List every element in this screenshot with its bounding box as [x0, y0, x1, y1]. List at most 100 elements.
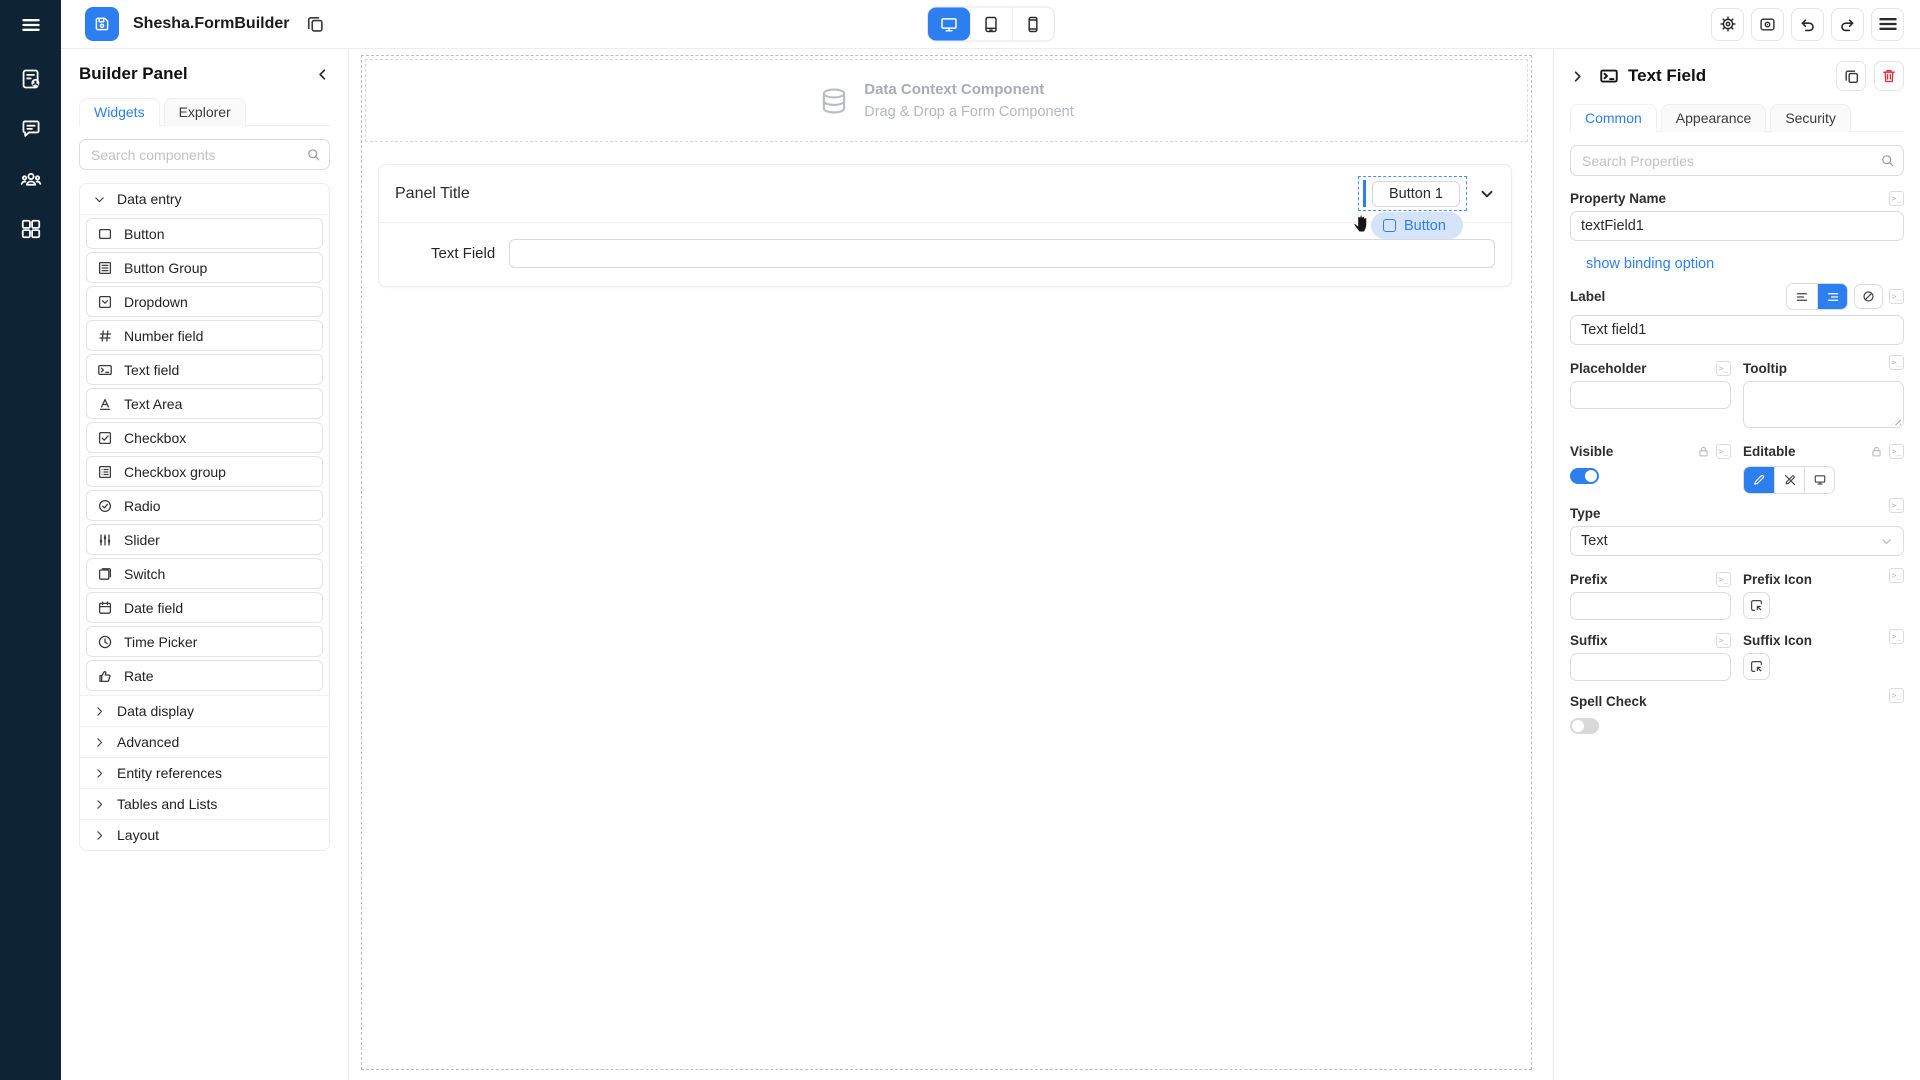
section-tables-and-lists[interactable]: Tables and Lists — [80, 789, 329, 820]
widget-item-checkbox[interactable]: Checkbox — [86, 422, 323, 453]
props-tab-security[interactable]: Security — [1770, 104, 1851, 132]
section-data-display[interactable]: Data display — [80, 696, 329, 727]
rail-item-chat[interactable] — [20, 118, 42, 140]
copy-form-icon[interactable] — [305, 14, 325, 34]
code-editor-icon[interactable] — [1716, 572, 1731, 587]
rail-item-menu[interactable] — [20, 14, 42, 36]
duplicate-component-button[interactable] — [1836, 61, 1866, 91]
monitor-icon — [1813, 473, 1827, 487]
code-editor-icon[interactable] — [1889, 355, 1904, 370]
form-canvas[interactable]: Data Context Component Drag & Drop a For… — [349, 49, 1553, 1080]
search-properties-input[interactable] — [1570, 145, 1904, 176]
code-editor-icon[interactable] — [1889, 444, 1904, 459]
rail-item-people[interactable] — [20, 168, 42, 190]
section-label: Entity references — [117, 765, 222, 781]
builder-tab-explorer[interactable]: Explorer — [164, 98, 246, 126]
search-components-input[interactable] — [79, 139, 330, 170]
app-rail — [0, 0, 61, 1080]
align-right-button[interactable] — [1817, 284, 1847, 309]
section-layout[interactable]: Layout — [80, 820, 329, 850]
show-binding-option-link[interactable]: show binding option — [1586, 256, 1714, 272]
chevron-left-icon[interactable] — [315, 67, 330, 82]
preview-button[interactable] — [1751, 8, 1784, 41]
widget-item-label: Text Area — [124, 396, 182, 412]
suffix-icon-picker-button[interactable] — [1743, 653, 1770, 680]
code-editor-icon[interactable] — [1716, 633, 1731, 648]
database-icon — [819, 86, 849, 116]
rail-item-blocks[interactable] — [20, 218, 42, 240]
widget-item-checkbox-group[interactable]: Checkbox group — [86, 456, 323, 487]
prefix-icon-picker-button[interactable] — [1743, 592, 1770, 619]
widget-item-button-group[interactable]: Button Group — [86, 252, 323, 283]
widget-item-label: Dropdown — [124, 294, 188, 310]
menu-button[interactable] — [1871, 8, 1904, 41]
widget-item-text-area[interactable]: Text Area — [86, 388, 323, 419]
section-data-entry[interactable]: Data entry — [80, 184, 329, 215]
section-entity-references[interactable]: Entity references — [80, 758, 329, 789]
widget-item-date-field[interactable]: Date field — [86, 592, 323, 623]
chevron-right-icon[interactable] — [1570, 69, 1585, 84]
rail-item-document-user[interactable] — [20, 68, 42, 90]
device-toggle-mobile[interactable] — [1012, 8, 1054, 41]
visible-toggle[interactable] — [1570, 468, 1599, 484]
widget-item-slider[interactable]: Slider — [86, 524, 323, 555]
code-editor-icon[interactable] — [1716, 361, 1731, 376]
settings-button[interactable] — [1711, 8, 1744, 41]
menu-icon — [20, 14, 42, 36]
redo-button[interactable] — [1831, 8, 1864, 41]
device-toggle-desktop[interactable] — [928, 8, 970, 41]
number-field-icon — [97, 328, 113, 344]
prefix-input[interactable] — [1570, 592, 1731, 620]
code-editor-icon[interactable] — [1889, 629, 1904, 644]
type-select[interactable]: Text — [1570, 526, 1904, 556]
panel-header-button[interactable]: Button 1 — [1372, 181, 1460, 207]
code-editor-icon[interactable] — [1889, 688, 1904, 703]
editable-button[interactable] — [1744, 467, 1774, 493]
code-editor-icon[interactable] — [1889, 568, 1904, 583]
suffix-input[interactable] — [1570, 653, 1731, 681]
tooltip-textarea[interactable] — [1743, 381, 1904, 428]
data-context-component[interactable]: Data Context Component Drag & Drop a For… — [365, 59, 1528, 142]
code-editor-icon[interactable] — [1889, 498, 1904, 513]
tablet-icon — [982, 15, 1000, 33]
not-editable-button[interactable] — [1774, 467, 1804, 493]
code-editor-icon[interactable] — [1889, 289, 1904, 304]
chevron-down-icon[interactable] — [1479, 186, 1495, 202]
align-left-button[interactable] — [1787, 284, 1817, 309]
canvas-drop-area[interactable]: Data Context Component Drag & Drop a For… — [361, 55, 1532, 1070]
builder-panel-title: Builder Panel — [79, 64, 188, 84]
read-only-button[interactable] — [1804, 467, 1834, 493]
panel-component[interactable]: Panel Title Button 1 Text Field — [378, 164, 1512, 287]
builder-tab-widgets[interactable]: Widgets — [79, 98, 160, 126]
props-tab-common[interactable]: Common — [1570, 104, 1657, 132]
widget-item-text-field[interactable]: Text field — [86, 354, 323, 385]
placeholder-input[interactable] — [1570, 381, 1731, 409]
label-input[interactable] — [1570, 315, 1904, 345]
widget-item-rate[interactable]: Rate — [86, 660, 323, 691]
device-toggle-tablet[interactable] — [970, 8, 1012, 41]
hide-label-button[interactable] — [1854, 284, 1883, 309]
code-editor-icon[interactable] — [1716, 444, 1731, 459]
section-label: Data display — [117, 703, 194, 719]
rate-icon — [97, 668, 113, 684]
text-field-input[interactable] — [509, 239, 1495, 268]
trash-icon — [1881, 68, 1897, 84]
date-field-icon — [97, 600, 113, 616]
dragged-button-chip[interactable]: Button — [1371, 212, 1463, 239]
selection-bar — [1363, 180, 1366, 207]
widget-item-switch[interactable]: Switch — [86, 558, 323, 589]
widget-item-radio[interactable]: Radio — [86, 490, 323, 521]
resize-grip[interactable] — [1892, 416, 1901, 425]
undo-button[interactable] — [1791, 8, 1824, 41]
section-advanced[interactable]: Advanced — [80, 727, 329, 758]
code-editor-icon[interactable] — [1889, 191, 1904, 206]
widget-item-number-field[interactable]: Number field — [86, 320, 323, 351]
widget-item-button[interactable]: Button — [86, 218, 323, 249]
property-name-input[interactable] — [1570, 211, 1904, 241]
props-tab-appearance[interactable]: Appearance — [1661, 104, 1767, 132]
widget-item-time-picker[interactable]: Time Picker — [86, 626, 323, 657]
delete-component-button[interactable] — [1874, 61, 1904, 91]
spell-check-toggle[interactable] — [1570, 718, 1599, 734]
widget-item-dropdown[interactable]: Dropdown — [86, 286, 323, 317]
widget-item-label: Button Group — [124, 260, 207, 276]
